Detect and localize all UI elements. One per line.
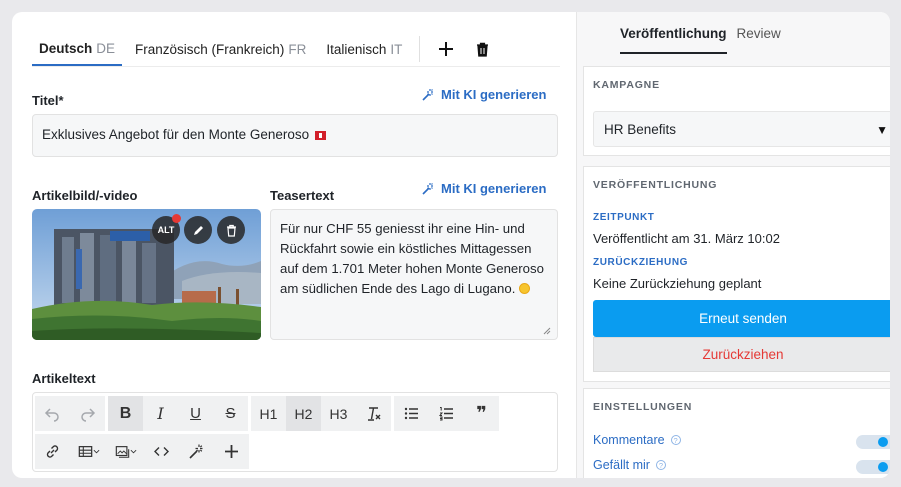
list-group: ❞ — [394, 396, 499, 431]
setting-comments: Kommentare ? — [593, 433, 681, 447]
bullet-list-icon — [404, 407, 418, 420]
article-image[interactable]: ALT — [32, 209, 261, 340]
heading-2-button[interactable]: H2 — [286, 396, 321, 431]
clear-format-button[interactable] — [356, 396, 391, 431]
code-icon — [154, 447, 169, 456]
trash-icon — [476, 42, 488, 57]
media-label: Artikelbild/-video — [32, 188, 138, 203]
publish-time-label: ZEITPUNKT — [593, 212, 655, 223]
numbered-list-button[interactable] — [429, 396, 464, 431]
title-input[interactable]: Exklusives Angebot für den Monte Generos… — [32, 114, 558, 157]
publication-panel: VERÖFFENTLICHUNG ZEITPUNKT Veröffentlich… — [583, 166, 890, 382]
bold-button[interactable]: B — [108, 396, 143, 431]
teaser-textarea[interactable]: Für nur CHF 55 geniesst ihr eine Hin- un… — [270, 209, 558, 340]
publication-title: VERÖFFENTLICHUNG — [593, 179, 718, 191]
pencil-icon — [193, 225, 203, 235]
numbered-list-icon — [438, 407, 453, 421]
teaser-label: Teasertext — [270, 188, 335, 203]
withdraw-label: ZURÜCKZIEHUNG — [593, 257, 689, 268]
toolbar-row-1: B I U S H1 H2 H3 ❞ — [35, 396, 502, 431]
delete-image-button[interactable] — [217, 216, 245, 244]
underline-button[interactable]: U — [178, 396, 213, 431]
blockquote-button[interactable]: ❞ — [464, 396, 499, 431]
tabs-underline — [32, 66, 560, 67]
add-language-button[interactable] — [432, 34, 460, 64]
format-group: B I U S — [108, 396, 248, 431]
withdraw-button[interactable]: Zurückziehen — [593, 337, 890, 372]
undo-button[interactable] — [35, 396, 70, 431]
toggle-knob — [878, 462, 888, 472]
redo-icon — [81, 408, 96, 422]
swiss-flag-icon — [315, 131, 327, 140]
settings-title: EINSTELLUNGEN — [593, 401, 693, 413]
plus-icon — [225, 445, 238, 458]
chevron-down-icon — [130, 449, 136, 454]
help-icon[interactable]: ? — [655, 460, 666, 470]
tab-franzoesisch[interactable]: Französisch (Frankreich) FR — [128, 32, 313, 66]
chevron-down-icon — [93, 449, 99, 454]
tab-deutsch[interactable]: Deutsch DE — [32, 32, 123, 66]
help-icon[interactable]: ? — [670, 435, 681, 445]
tab-separator — [419, 36, 421, 62]
settings-panel: EINSTELLUNGEN Kommentare ? Gefällt mir ? — [583, 388, 890, 478]
code-button[interactable] — [144, 434, 179, 469]
teaser-ki-generate-link[interactable]: Mit KI generieren — [421, 181, 546, 196]
image-dropdown-button[interactable] — [107, 434, 144, 469]
campaign-panel: KAMPAGNE HR Benefits ▼ — [583, 66, 890, 156]
tab-veroeffentlichung[interactable]: Veröffentlichung — [620, 26, 727, 54]
ai-assist-button[interactable] — [179, 434, 214, 469]
magic-wand-icon — [189, 444, 203, 459]
edit-image-button[interactable] — [184, 216, 212, 244]
insert-more-button[interactable] — [214, 434, 249, 469]
caret-down-icon: ▼ — [876, 123, 888, 137]
insert-group — [35, 434, 249, 469]
publication-sidebar: Veröffentlichung Review KAMPAGNE HR Bene… — [576, 12, 890, 478]
plus-icon — [439, 42, 454, 56]
publish-time-value: Veröffentlicht am 31. März 10:02 — [593, 231, 780, 246]
tab-italienisch[interactable]: Italienisch IT — [319, 32, 409, 66]
toggle-knob — [878, 437, 888, 447]
language-tabs: Deutsch DE Französisch (Frankreich) FR Ita… — [32, 32, 496, 66]
comments-toggle[interactable] — [856, 435, 890, 449]
article-text-label: Artikeltext — [32, 371, 96, 386]
article-editor: Deutsch DE Französisch (Frankreich) FR Ita… — [32, 12, 560, 478]
trash-icon — [226, 224, 236, 237]
resend-button[interactable]: Erneut senden — [593, 300, 890, 337]
image-icon — [115, 446, 129, 458]
setting-likes: Gefällt mir ? — [593, 458, 666, 472]
toolbar-row-2 — [35, 434, 252, 469]
alt-missing-indicator — [172, 214, 181, 223]
withdraw-value: Keine Zurückziehung geplant — [593, 276, 762, 291]
delete-language-button[interactable] — [468, 34, 496, 64]
title-ki-generate-link[interactable]: Mit KI generieren — [421, 87, 546, 102]
clear-format-icon — [368, 407, 381, 421]
rich-text-editor[interactable]: B I U S H1 H2 H3 ❞ — [32, 392, 558, 472]
magic-wand-icon — [422, 88, 433, 101]
app-frame: Deutsch DE Französisch (Frankreich) FR Ita… — [12, 12, 890, 478]
resize-handle-icon[interactable] — [543, 327, 551, 335]
likes-toggle[interactable] — [856, 460, 890, 474]
sun-emoji-icon — [519, 283, 531, 294]
link-icon — [46, 445, 59, 458]
link-button[interactable] — [35, 434, 70, 469]
heading-group: H1 H2 H3 — [251, 396, 391, 431]
magic-wand-icon — [422, 182, 433, 195]
campaign-select[interactable]: HR Benefits ▼ — [593, 111, 890, 147]
sidebar-tabs: Veröffentlichung Review — [620, 12, 781, 54]
tab-review[interactable]: Review — [737, 26, 781, 54]
redo-button[interactable] — [70, 396, 105, 431]
table-dropdown-button[interactable] — [70, 434, 107, 469]
history-group — [35, 396, 105, 431]
undo-icon — [44, 408, 59, 422]
bullet-list-button[interactable] — [394, 396, 429, 431]
italic-button[interactable]: I — [143, 396, 178, 431]
table-icon — [78, 446, 92, 457]
heading-1-button[interactable]: H1 — [251, 396, 286, 431]
title-label: Titel* — [32, 93, 64, 108]
campaign-title: KAMPAGNE — [593, 79, 660, 91]
strikethrough-button[interactable]: S — [213, 396, 248, 431]
heading-3-button[interactable]: H3 — [321, 396, 356, 431]
